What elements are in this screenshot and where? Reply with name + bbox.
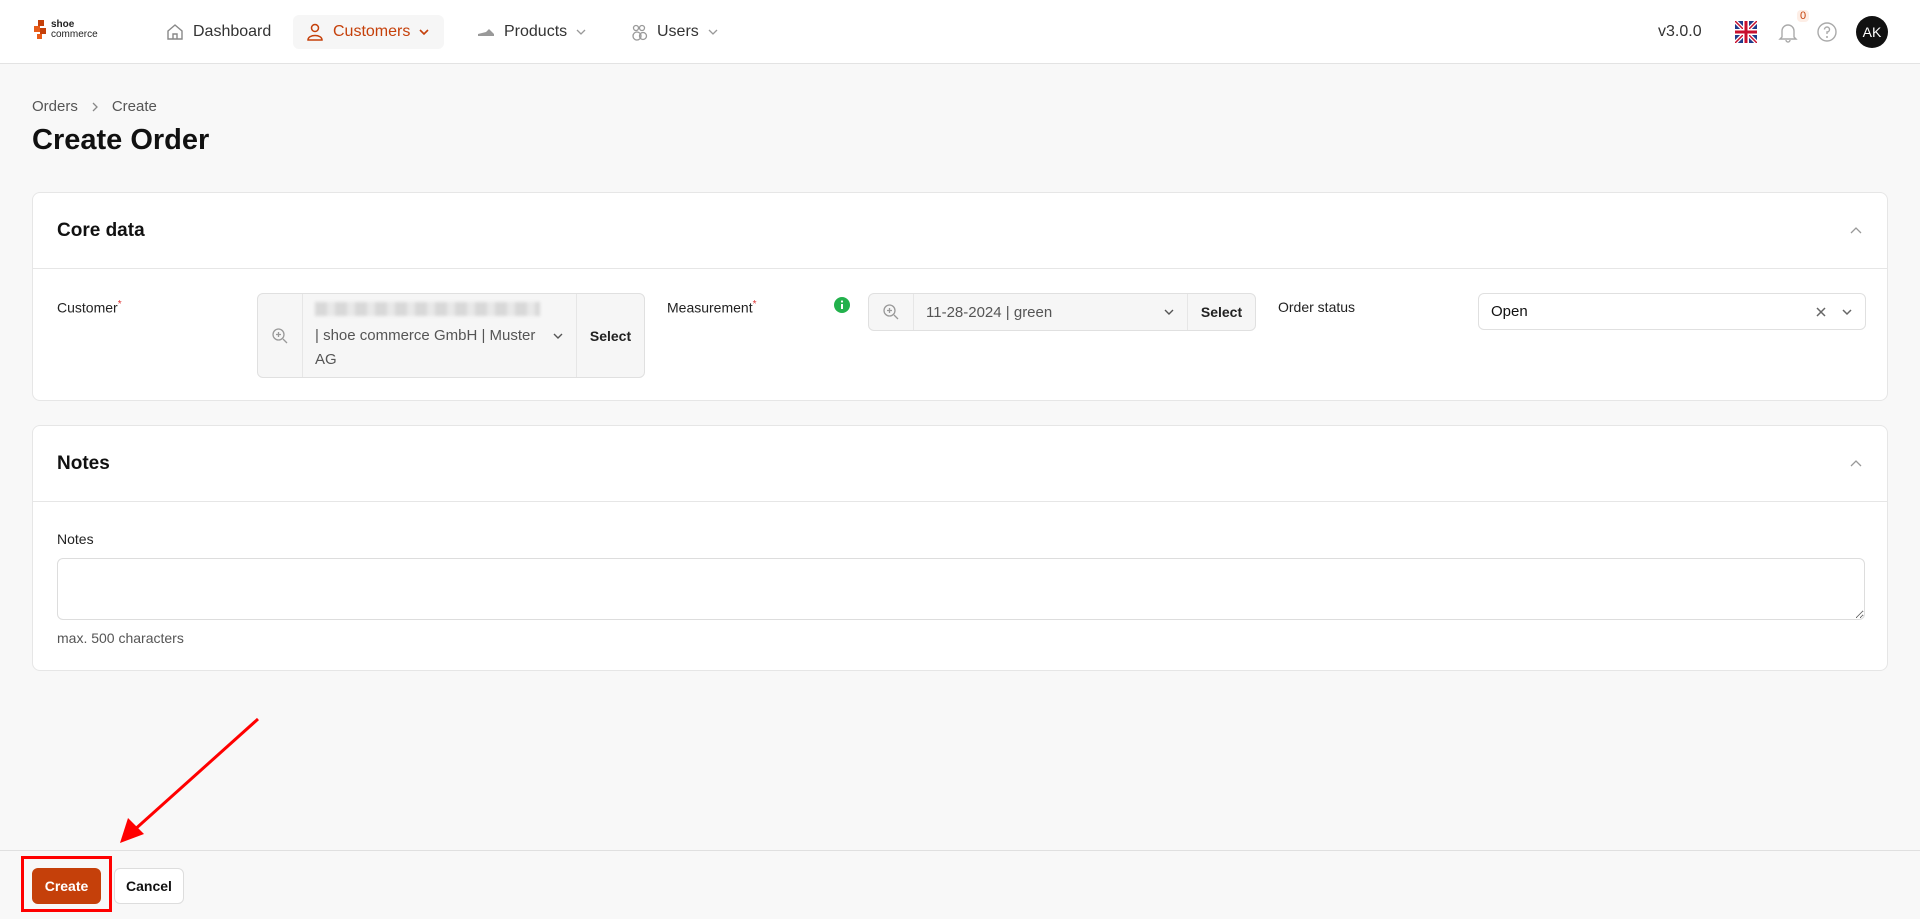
top-navbar: shoe commerce Dashboard Customers Product… xyxy=(0,0,1920,64)
logo-icon xyxy=(34,20,46,39)
bell-icon[interactable] xyxy=(1777,21,1799,43)
nav-label: Users xyxy=(657,23,699,40)
notes-textarea[interactable] xyxy=(57,558,1865,620)
nav-label: Dashboard xyxy=(193,23,272,40)
blurred-customer-name xyxy=(315,301,540,316)
nav-customers[interactable]: Customers xyxy=(293,15,444,49)
chevron-down-icon[interactable] xyxy=(1841,306,1853,318)
order-status-select[interactable]: Open xyxy=(1478,293,1866,330)
customer-label: Customer* xyxy=(57,299,122,316)
order-status-value: Open xyxy=(1491,303,1528,320)
chevron-down-icon xyxy=(419,29,429,36)
customer-value[interactable]: | shoe commerce GmbH | Muster AG xyxy=(303,294,576,377)
page-title: Create Order xyxy=(32,124,210,156)
section-title: Core data xyxy=(57,219,145,241)
notes-header[interactable]: Notes xyxy=(33,426,1887,502)
nav-dashboard[interactable]: Dashboard xyxy=(153,15,283,49)
core-data-header[interactable]: Core data xyxy=(33,193,1887,269)
chevron-up-icon[interactable] xyxy=(1849,457,1863,471)
nav-label: Products xyxy=(504,23,568,40)
customer-text: | shoe commerce GmbH | Muster xyxy=(315,326,536,344)
footer-bar: Create Cancel xyxy=(0,850,1920,919)
clear-icon[interactable] xyxy=(1815,306,1827,318)
breadcrumb-create: Create xyxy=(111,98,157,115)
label-text: Measurement xyxy=(667,299,753,316)
measurement-value[interactable]: 11-28-2024 | green xyxy=(914,294,1187,330)
customer-text-cont: AG xyxy=(315,350,337,368)
avatar[interactable]: AK xyxy=(1856,16,1888,48)
breadcrumb: Orders Create xyxy=(32,98,157,115)
home-icon xyxy=(167,24,183,40)
chevron-down-icon xyxy=(576,29,586,35)
core-data-card: Core data Customer* | shoe commerce GmbH… xyxy=(32,192,1888,401)
logo[interactable]: shoe commerce xyxy=(34,20,98,40)
cancel-button[interactable]: Cancel xyxy=(114,868,184,904)
measurement-label: Measurement* xyxy=(667,299,757,316)
chevron-up-icon[interactable] xyxy=(1849,224,1863,238)
info-icon[interactable] xyxy=(834,297,850,313)
help-icon[interactable] xyxy=(1816,21,1838,43)
chevron-down-icon xyxy=(1164,309,1174,315)
user-icon xyxy=(307,23,323,41)
customer-field[interactable]: | shoe commerce GmbH | Muster AG Select xyxy=(257,293,645,378)
version-label: v3.0.0 xyxy=(1658,23,1702,40)
section-title: Notes xyxy=(57,452,110,474)
highlight-box xyxy=(21,856,112,912)
notes-help-text: max. 500 characters xyxy=(57,630,184,646)
measurement-text: 11-28-2024 | green xyxy=(926,303,1053,321)
chevron-down-icon xyxy=(708,29,718,35)
label-text: Customer xyxy=(57,299,118,316)
nav-users[interactable]: Users xyxy=(617,15,731,49)
notes-card: Notes Notes max. 500 characters xyxy=(32,425,1888,671)
order-status-label: Order status xyxy=(1278,299,1356,315)
breadcrumb-orders[interactable]: Orders xyxy=(32,98,78,115)
chevron-right-icon xyxy=(92,102,98,111)
measurement-select-button[interactable]: Select xyxy=(1187,294,1255,330)
zoom-icon[interactable] xyxy=(258,294,303,377)
notes-label: Notes xyxy=(57,531,94,547)
users-icon xyxy=(632,24,648,41)
notification-badge: 0 xyxy=(1797,10,1810,22)
zoom-icon[interactable] xyxy=(869,294,914,330)
uk-flag-icon[interactable] xyxy=(1735,21,1757,43)
measurement-field[interactable]: 11-28-2024 | green Select xyxy=(868,293,1256,331)
nav-products[interactable]: Products xyxy=(464,15,599,49)
customer-select-button[interactable]: Select xyxy=(576,294,644,377)
nav-label: Customers xyxy=(333,23,411,40)
chevron-down-icon xyxy=(553,333,563,339)
logo-text-2: commerce xyxy=(51,29,98,40)
shoe-icon xyxy=(478,29,494,36)
